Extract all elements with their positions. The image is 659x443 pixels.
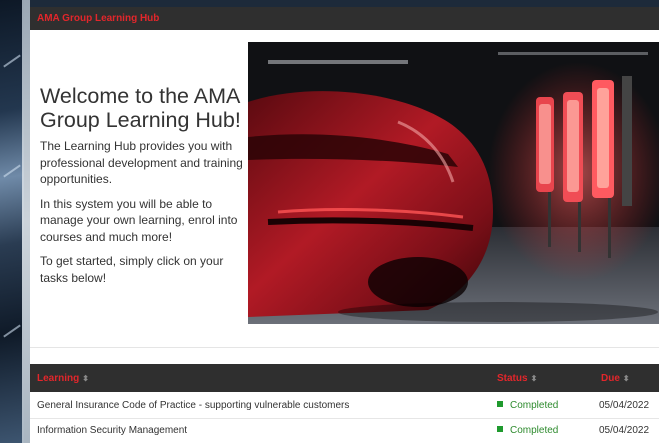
welcome-heading: Welcome to the AMA Group Learning Hub!	[40, 84, 241, 132]
top-bar: AMA Group Learning Hub	[30, 7, 659, 30]
column-header-learning[interactable]: Learning ⬍	[37, 373, 89, 384]
due-date: 05/04/2022	[599, 425, 650, 436]
app-title[interactable]: AMA Group Learning Hub	[37, 13, 159, 24]
column-header-status[interactable]: Status ⬍	[497, 373, 537, 384]
welcome-paragraph-3: To get started, simply click on your tas…	[40, 254, 224, 285]
hero-image-red-car	[248, 42, 659, 324]
sort-icon[interactable]: ⬍	[82, 374, 89, 383]
status-badge: Completed	[497, 400, 558, 411]
background-edge	[22, 0, 30, 443]
status-complete-icon	[497, 401, 503, 407]
sort-icon[interactable]: ⬍	[623, 374, 630, 383]
sort-icon[interactable]: ⬍	[531, 374, 538, 383]
learning-table-header: Learning ⬍ Status ⬍ Due ⬍	[30, 364, 659, 392]
status-badge: Completed	[497, 425, 558, 436]
welcome-paragraph-2: In this system you will be able to manag…	[40, 196, 238, 244]
learning-title[interactable]: General Insurance Code of Practice - sup…	[37, 400, 349, 411]
status-complete-icon	[497, 426, 503, 432]
due-date: 05/04/2022	[599, 400, 650, 411]
column-header-due[interactable]: Due ⬍	[601, 373, 630, 384]
table-row[interactable]: General Insurance Code of Practice - sup…	[30, 394, 659, 419]
learning-hub-panel: AMA Group Learning Hub Welcome to the AM…	[30, 7, 659, 443]
hero-car-illustration	[248, 42, 659, 324]
section-divider	[30, 347, 659, 348]
welcome-section: Welcome to the AMA Group Learning Hub! T…	[40, 84, 250, 286]
background-left	[0, 0, 24, 443]
welcome-paragraph-1: The Learning Hub provides you with profe…	[40, 139, 243, 186]
table-row[interactable]: Information Security Management Complete…	[30, 419, 659, 443]
learning-title[interactable]: Information Security Management	[37, 425, 187, 436]
